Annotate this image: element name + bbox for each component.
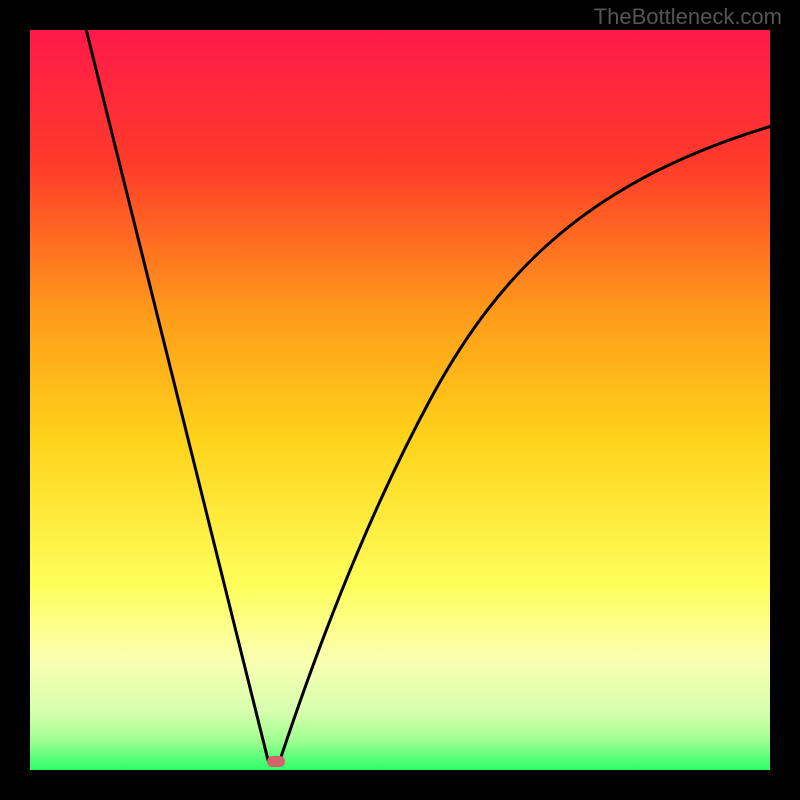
chart-background — [30, 30, 770, 770]
min-marker — [267, 756, 285, 767]
chart-plot-area — [30, 30, 770, 770]
watermark-text: TheBottleneck.com — [594, 4, 782, 30]
chart-svg — [30, 30, 770, 770]
